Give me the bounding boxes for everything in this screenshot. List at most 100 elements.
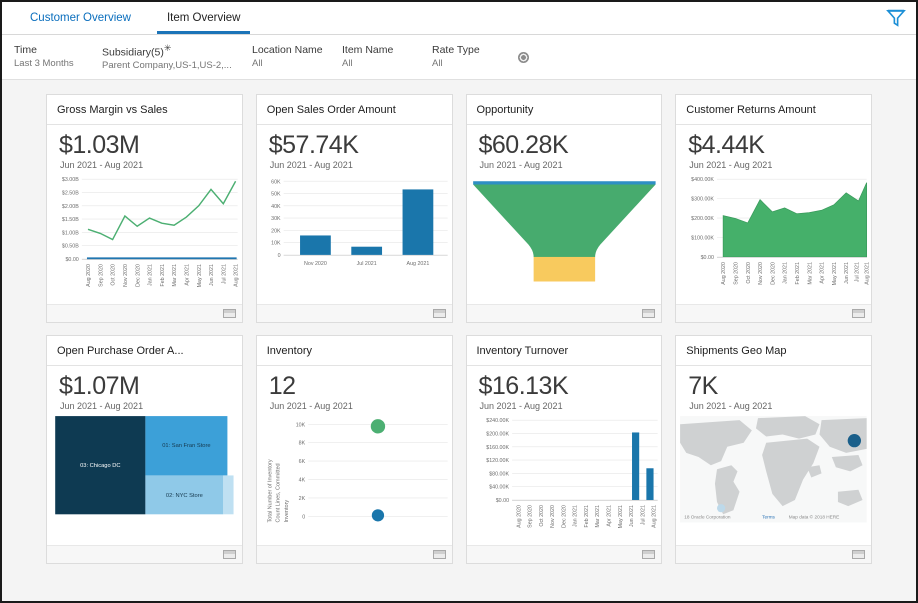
card-body: $16.13K Jun 2021 - Aug 2021 xyxy=(467,366,662,545)
funnel-chart[interactable] xyxy=(467,171,662,304)
card-footer xyxy=(467,545,662,563)
svg-text:$0.00: $0.00 xyxy=(701,255,714,261)
svg-text:Feb 2021: Feb 2021 xyxy=(795,262,801,284)
svg-text:$200.00K: $200.00K xyxy=(691,216,714,222)
svg-text:Mar 2021: Mar 2021 xyxy=(172,264,178,286)
svg-text:Dec 2020: Dec 2020 xyxy=(561,505,567,528)
filter-location-name[interactable]: Location Name All xyxy=(252,43,342,71)
svg-text:Mar 2021: Mar 2021 xyxy=(595,505,601,527)
treemap-node-other xyxy=(223,475,233,514)
card-body: $57.74K Jun 2021 - Aug 2021 xyxy=(257,125,452,304)
table-view-icon[interactable] xyxy=(433,550,446,559)
tab-customer-overview[interactable]: Customer Overview xyxy=(12,2,149,34)
treemap-label: 01: San Fran Store xyxy=(162,443,210,449)
filter-rate-type[interactable]: Rate Type All xyxy=(432,43,502,71)
svg-text:Jan 2021: Jan 2021 xyxy=(572,505,578,527)
card-inventory-turnover[interactable]: Inventory Turnover $16.13K Jun 2021 - Au… xyxy=(466,335,663,564)
filter-subsidiary[interactable]: Subsidiary(5)✳ Parent Company,US-1,US-2,… xyxy=(102,41,252,74)
card-shipments-geo-map[interactable]: Shipments Geo Map 7K Jun 2021 - Aug 2021 xyxy=(675,335,872,564)
table-view-icon[interactable] xyxy=(642,309,655,318)
svg-text:Aug 2020: Aug 2020 xyxy=(516,505,522,528)
svg-text:$200.00K: $200.00K xyxy=(486,432,509,438)
kpi-period: Jun 2021 - Aug 2021 xyxy=(684,159,863,171)
svg-text:$300.00K: $300.00K xyxy=(691,197,714,203)
card-footer xyxy=(47,304,242,322)
bar-aug-2021 xyxy=(402,189,433,254)
area-chart[interactable]: $400.00K $300.00K $200.00K $100.00K $0.0… xyxy=(676,171,871,304)
svg-text:Nov 2020: Nov 2020 xyxy=(758,262,764,285)
svg-text:May 2021: May 2021 xyxy=(832,262,838,285)
funnel-stage-middle xyxy=(473,185,655,257)
svg-text:Aug 2021: Aug 2021 xyxy=(234,264,240,287)
x-axis-ticks: Aug 2020 Sep 2020 Oct 2020 Nov 2020 Dec … xyxy=(721,262,871,285)
kpi-value: 7K xyxy=(684,372,863,400)
dashboard-window: Customer Overview Item Overview Time Las… xyxy=(0,0,918,603)
scatter-point-committed-inventory xyxy=(371,419,385,433)
svg-text:Nov 2020: Nov 2020 xyxy=(304,261,327,267)
svg-text:0: 0 xyxy=(277,253,280,259)
table-view-icon[interactable] xyxy=(433,309,446,318)
svg-text:Oct 2020: Oct 2020 xyxy=(746,262,752,284)
filter-value: Parent Company,US-1,US-2,... xyxy=(102,59,252,73)
filter-label: Location Name xyxy=(252,43,342,57)
line-chart[interactable]: $3.00B $2.50B $2.00B $1.50B $1.00B $0.50… xyxy=(47,171,242,304)
table-view-icon[interactable] xyxy=(223,309,236,318)
svg-text:$160.00K: $160.00K xyxy=(486,445,509,451)
svg-text:2K: 2K xyxy=(298,496,305,502)
table-view-icon[interactable] xyxy=(852,550,865,559)
filter-time[interactable]: Time Last 3 Months xyxy=(14,43,102,71)
svg-text:Aug 2021: Aug 2021 xyxy=(406,261,429,267)
tab-item-overview[interactable]: Item Overview xyxy=(149,2,259,34)
svg-text:$1.00B: $1.00B xyxy=(62,230,79,236)
card-opportunity[interactable]: Opportunity $60.28K Jun 2021 - Aug 2021 xyxy=(466,94,663,323)
kpi-period: Jun 2021 - Aug 2021 xyxy=(265,400,444,412)
card-customer-returns-amount[interactable]: Customer Returns Amount $4.44K Jun 2021 … xyxy=(675,94,872,323)
svg-text:Nov 2020: Nov 2020 xyxy=(550,505,556,528)
card-title: Opportunity xyxy=(467,95,662,125)
scatter-chart[interactable]: 10K 8K 6K 4K 2K 0 Total Number of Invent… xyxy=(257,412,452,545)
svg-text:0: 0 xyxy=(302,514,305,520)
svg-text:Dec 2020: Dec 2020 xyxy=(135,264,141,287)
y-axis-ticks: $240.00K $200.00K $160.00K $120.00K $80.… xyxy=(486,418,509,504)
y-axis-title-line2: Count Lines, Committed xyxy=(275,463,281,522)
kpi-value: $4.44K xyxy=(684,131,863,159)
card-inventory[interactable]: Inventory 12 Jun 2021 - Aug 2021 xyxy=(256,335,453,564)
treemap-chart[interactable]: 03: Chicago DC 01: San Fran Store 02: NY… xyxy=(47,412,242,545)
kpi-value: 12 xyxy=(265,372,444,400)
kpi-value: $16.13K xyxy=(475,372,654,400)
card-gross-margin-vs-sales[interactable]: Gross Margin vs Sales $1.03M Jun 2021 - … xyxy=(46,94,243,323)
geo-map[interactable]: 18 Oracle Corporation Terms Map data © 2… xyxy=(676,412,871,545)
bar-chart[interactable]: $240.00K $200.00K $160.00K $120.00K $80.… xyxy=(467,412,662,545)
x-axis-ticks: Aug 2020 Sep 2020 Oct 2020 Nov 2020 Dec … xyxy=(86,264,240,287)
card-body: 12 Jun 2021 - Aug 2021 10K xyxy=(257,366,452,545)
filter-item-name[interactable]: Item Name All xyxy=(342,43,432,71)
map-attribution: 18 Oracle Corporation Terms Map data © 2… xyxy=(684,513,839,519)
reset-filters-button[interactable] xyxy=(518,52,529,63)
filter-value: All xyxy=(342,57,432,71)
funnel-stage-bottom xyxy=(533,257,595,282)
card-open-sales-order-amount[interactable]: Open Sales Order Amount $57.74K Jun 2021… xyxy=(256,94,453,323)
svg-text:60K: 60K xyxy=(271,179,281,185)
y-axis-ticks: 60K 50K 40K 30K 20K 10K 0 xyxy=(271,179,281,259)
filter-funnel-icon[interactable] xyxy=(886,8,906,28)
east-asia-marker xyxy=(848,434,861,447)
y-axis-ticks: 10K 8K 6K 4K 2K 0 xyxy=(295,422,305,520)
table-view-icon[interactable] xyxy=(642,550,655,559)
card-title: Inventory xyxy=(257,336,452,366)
table-view-icon[interactable] xyxy=(852,309,865,318)
svg-text:May 2021: May 2021 xyxy=(197,264,203,287)
svg-text:Apr 2021: Apr 2021 xyxy=(820,262,826,284)
svg-text:50K: 50K xyxy=(271,192,281,198)
card-open-purchase-order-amount[interactable]: Open Purchase Order A... $1.07M Jun 2021… xyxy=(46,335,243,564)
bar-chart[interactable]: 60K 50K 40K 30K 20K 10K 0 xyxy=(257,171,452,304)
table-view-icon[interactable] xyxy=(223,550,236,559)
svg-text:30K: 30K xyxy=(271,216,281,222)
treemap-label: 03: Chicago DC xyxy=(80,463,120,469)
filter-value: All xyxy=(252,57,342,71)
svg-text:Jan 2021: Jan 2021 xyxy=(783,262,789,284)
kpi-period: Jun 2021 - Aug 2021 xyxy=(475,159,654,171)
svg-text:Feb 2021: Feb 2021 xyxy=(583,505,589,527)
kpi-value: $1.03M xyxy=(55,131,234,159)
series-gross-margin xyxy=(88,181,236,239)
svg-text:Aug 2021: Aug 2021 xyxy=(651,505,657,528)
